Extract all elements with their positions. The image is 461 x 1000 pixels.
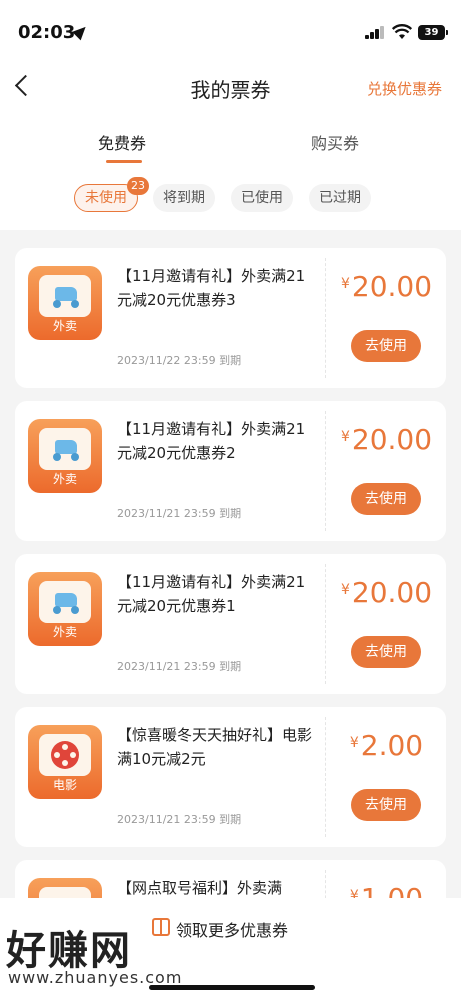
nav-bar: 我的票券 兑换优惠券 xyxy=(0,62,461,114)
coupon-expiry: 2023/11/21 23:59 到期 xyxy=(117,660,242,673)
cellular-signal-icon xyxy=(365,26,385,39)
currency-symbol: ¥ xyxy=(349,735,359,751)
coupon-amount: ¥20.00 xyxy=(327,270,446,303)
coupon-expiry: 2023/11/22 23:59 到期 xyxy=(117,354,242,367)
use-coupon-button[interactable]: 去使用 xyxy=(351,789,421,821)
category-label: 外卖 xyxy=(52,472,77,486)
amount-value: 20.00 xyxy=(351,576,433,609)
coupon-title: 【11月邀请有礼】外卖满21元减20元优惠券1 xyxy=(117,573,306,615)
coupon-expiry: 2023/11/21 23:59 到期 xyxy=(117,507,242,520)
use-coupon-button[interactable]: 去使用 xyxy=(351,330,421,362)
active-tab-indicator xyxy=(106,160,142,163)
redeem-coupon-link[interactable]: 兑换优惠券 xyxy=(367,78,442,99)
coupon-list: 外卖 【11月邀请有礼】外卖满21元减20元优惠券3 2023/11/22 23… xyxy=(0,230,461,1000)
coupon-amount: ¥20.00 xyxy=(327,576,446,609)
film-reel-icon xyxy=(51,741,79,769)
coupon-amount: ¥2.00 xyxy=(327,729,446,762)
scooter-icon xyxy=(49,436,81,462)
wifi-icon xyxy=(392,24,412,39)
tab-purchased-coupons[interactable]: 购买券 xyxy=(311,130,359,154)
takeout-category-icon: 外卖 xyxy=(28,419,102,493)
status-bar: 02:03 39 xyxy=(0,0,461,62)
coupon-expiry: 2023/11/21 23:59 到期 xyxy=(117,813,242,826)
amount-value: 20.00 xyxy=(351,270,433,303)
coupon-divider xyxy=(325,258,326,378)
coupon-card[interactable]: 外卖 【11月邀请有礼】外卖满21元减20元优惠券2 2023/11/21 23… xyxy=(15,401,446,541)
coupon-card[interactable]: 外卖 【11月邀请有礼】外卖满21元减20元优惠券3 2023/11/22 23… xyxy=(15,248,446,388)
battery-icon: 39 xyxy=(418,25,448,40)
coupon-tabs: 免费券 购买券 xyxy=(0,124,461,168)
tab-free-coupons[interactable]: 免费券 xyxy=(98,130,146,154)
currency-symbol: ¥ xyxy=(340,276,350,292)
filter-expiring[interactable]: 将到期 xyxy=(153,184,215,212)
category-label: 电影 xyxy=(52,778,77,792)
bottom-bar: 领取更多优惠券 好赚网 www.zhuanyes.com xyxy=(0,898,461,1000)
coupon-divider xyxy=(325,411,326,531)
coupon-divider xyxy=(325,564,326,684)
filter-label: 未使用 xyxy=(85,190,127,206)
coupon-title: 【11月邀请有礼】外卖满21元减20元优惠券2 xyxy=(117,420,306,462)
category-label: 外卖 xyxy=(52,625,77,639)
get-more-coupons-link[interactable]: 领取更多优惠券 xyxy=(176,917,288,941)
filter-expired[interactable]: 已过期 xyxy=(309,184,371,212)
coupon-card[interactable]: 电影 【惊喜暖冬天天抽好礼】电影满10元减2元 2023/11/21 23:59… xyxy=(15,707,446,847)
takeout-category-icon: 外卖 xyxy=(28,572,102,646)
status-filters: 未使用 23 将到期 已使用 已过期 xyxy=(0,177,461,218)
use-coupon-button[interactable]: 去使用 xyxy=(351,483,421,515)
movie-category-icon: 电影 xyxy=(28,725,102,799)
currency-symbol: ¥ xyxy=(340,429,350,445)
currency-symbol: ¥ xyxy=(340,582,350,598)
coupon-divider xyxy=(325,717,326,837)
takeout-category-icon: 外卖 xyxy=(28,266,102,340)
home-indicator[interactable] xyxy=(149,985,315,990)
category-label: 外卖 xyxy=(52,319,77,333)
coupon-title: 【网点取号福利】外卖满 xyxy=(117,879,283,897)
coupon-amount: ¥20.00 xyxy=(327,423,446,456)
coupon-title: 【惊喜暖冬天天抽好礼】电影满10元减2元 xyxy=(117,726,313,768)
scooter-icon xyxy=(49,283,81,309)
coupon-card[interactable]: 外卖 【11月邀请有礼】外卖满21元减20元优惠券1 2023/11/21 23… xyxy=(15,554,446,694)
amount-value: 2.00 xyxy=(360,729,424,762)
scooter-icon xyxy=(49,589,81,615)
gift-icon xyxy=(152,918,170,936)
unused-count-badge: 23 xyxy=(127,177,149,195)
filter-used[interactable]: 已使用 xyxy=(231,184,293,212)
amount-value: 20.00 xyxy=(351,423,433,456)
status-time: 02:03 xyxy=(18,22,76,43)
filter-unused[interactable]: 未使用 23 xyxy=(74,177,149,212)
use-coupon-button[interactable]: 去使用 xyxy=(351,636,421,668)
coupon-title: 【11月邀请有礼】外卖满21元减20元优惠券3 xyxy=(117,267,306,309)
